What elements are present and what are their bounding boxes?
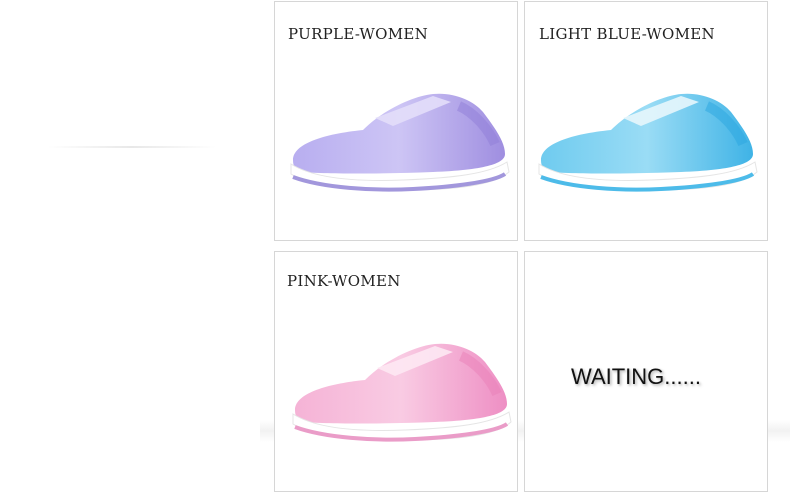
- left-blank-area: [0, 0, 272, 493]
- product-tile-waiting[interactable]: WAITING......: [524, 251, 768, 492]
- tile-label-purple: PURPLE-WOMEN: [288, 25, 429, 43]
- tile-label-light-blue: LIGHT BLUE-WOMEN: [539, 25, 715, 43]
- divider-line: [48, 146, 216, 148]
- shoe-image-pink: [292, 343, 512, 442]
- product-tile-pink[interactable]: PINK-WOMEN: [274, 251, 518, 492]
- shoe-image-light-blue: [538, 93, 758, 192]
- product-tile-purple[interactable]: PURPLE-WOMEN: [274, 1, 518, 241]
- waiting-text: WAITING......: [571, 364, 701, 389]
- tile-label-pink: PINK-WOMEN: [287, 272, 401, 290]
- shoe-image-purple: [290, 93, 510, 192]
- product-tile-light-blue[interactable]: LIGHT BLUE-WOMEN: [524, 1, 768, 241]
